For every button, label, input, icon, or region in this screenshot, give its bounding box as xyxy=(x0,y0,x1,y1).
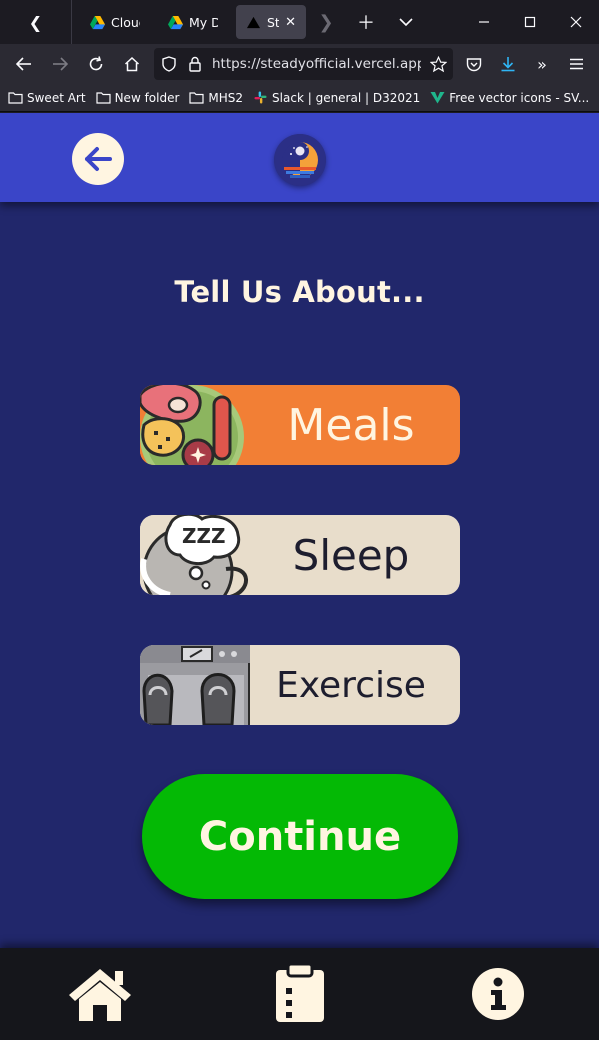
topic-label: Exercise xyxy=(276,664,426,706)
bookmark-sweet-art[interactable]: Sweet Art xyxy=(8,91,86,105)
minimize-icon xyxy=(479,21,489,23)
topic-meals-button[interactable]: Meals xyxy=(140,385,460,465)
tab-steady[interactable]: Ste ✕ xyxy=(236,5,306,39)
sleep-zzz-icon: ZZZ xyxy=(140,515,250,595)
app-header xyxy=(0,113,599,202)
nav-clipboard-button[interactable] xyxy=(267,962,333,1026)
topic-label: Sleep xyxy=(292,530,410,580)
extensions-overflow-button[interactable]: » xyxy=(525,48,559,80)
slack-icon xyxy=(254,91,267,104)
tab-label: Cloud xyxy=(111,14,140,30)
topic-label: Meals xyxy=(287,399,415,451)
arrow-left-icon xyxy=(16,57,31,71)
folder-icon xyxy=(95,92,111,104)
continue-button[interactable]: Continue xyxy=(142,774,458,899)
folder-icon xyxy=(189,92,205,104)
home-icon xyxy=(124,56,140,72)
tab-scroll-left-button[interactable]: ❮ xyxy=(0,0,72,44)
yin-yang-sun-moon-icon xyxy=(274,134,326,186)
chevron-right-icon: ❯ xyxy=(318,11,334,33)
reload-button[interactable] xyxy=(78,48,114,80)
arrow-right-icon xyxy=(53,57,68,71)
bookmark-slack[interactable]: Slack | general | D32021 xyxy=(253,91,420,105)
maximize-button[interactable] xyxy=(507,0,553,44)
lock-icon[interactable] xyxy=(186,55,204,73)
url-text[interactable]: https://steadyofficial.vercel.app/ xyxy=(212,56,421,72)
pocket-icon xyxy=(466,57,482,71)
address-bar[interactable]: https://steadyofficial.vercel.app/ xyxy=(154,48,453,80)
hamburger-menu-icon xyxy=(569,58,583,70)
bookmark-new-folder[interactable]: New folder xyxy=(95,90,180,105)
bookmark-label: Sweet Art xyxy=(27,90,86,105)
app-menu-button[interactable] xyxy=(559,48,593,80)
shield-icon[interactable] xyxy=(160,55,178,73)
bookmarks-toolbar: Sweet Art New folder MHS2 Slack | genera… xyxy=(0,84,599,112)
home-nav-button[interactable] xyxy=(114,48,150,80)
tab-cloud[interactable]: Cloud xyxy=(80,5,150,39)
nav-home-button[interactable] xyxy=(67,962,133,1026)
downloads-button[interactable] xyxy=(491,48,525,80)
topic-exercise-button[interactable]: Exercise xyxy=(140,645,460,725)
back-button[interactable] xyxy=(72,133,124,185)
plus-icon: ＋ xyxy=(357,13,375,34)
home-icon xyxy=(69,969,131,1021)
minimize-button[interactable] xyxy=(461,0,507,44)
svg-text:ZZZ: ZZZ xyxy=(182,524,226,548)
tab-scroll-right-button[interactable]: ❯ xyxy=(306,0,346,44)
chevron-left-icon: ❮ xyxy=(28,12,43,32)
bookmark-free-vector-icons[interactable]: Free vector icons - SV... xyxy=(430,91,589,105)
scale-feet-icon xyxy=(140,645,250,725)
list-all-tabs-button[interactable] xyxy=(386,0,426,44)
app-logo xyxy=(274,134,326,186)
close-icon[interactable]: ✕ xyxy=(285,15,296,30)
forward-nav-button[interactable] xyxy=(42,48,78,80)
topic-sleep-button[interactable]: ZZZ Sleep xyxy=(140,515,460,595)
star-icon[interactable] xyxy=(429,55,447,73)
download-icon xyxy=(501,57,515,72)
close-icon xyxy=(570,16,582,28)
app-page: Tell Us About... Meals ZZZ Sleep Exercis… xyxy=(0,113,599,1040)
reload-icon xyxy=(89,56,103,71)
meal-plate-icon xyxy=(140,385,250,465)
tab-label: My Dr xyxy=(189,14,218,30)
page-title: Tell Us About... xyxy=(174,275,425,309)
bottom-navigation xyxy=(0,948,599,1040)
close-window-button[interactable] xyxy=(553,0,599,44)
tab-label: Ste xyxy=(267,14,280,30)
nav-info-button[interactable] xyxy=(465,962,531,1026)
double-chevron-right-icon: » xyxy=(537,54,547,74)
google-drive-icon xyxy=(168,15,183,29)
new-tab-button[interactable]: ＋ xyxy=(346,0,386,44)
back-nav-button[interactable] xyxy=(6,48,42,80)
info-icon xyxy=(472,968,524,1020)
tab-my-drive[interactable]: My Dr xyxy=(158,5,228,39)
google-drive-icon xyxy=(90,15,105,29)
bookmark-label: MHS2 xyxy=(208,90,244,105)
pocket-button[interactable] xyxy=(457,48,491,80)
maximize-icon xyxy=(524,16,536,28)
bookmark-mhs2[interactable]: MHS2 xyxy=(189,91,243,105)
browser-navigation-bar: https://steadyofficial.vercel.app/ » xyxy=(0,44,599,84)
browser-tab-strip: ❮ Cloud My Dr Ste ✕ ❯ ＋ xyxy=(0,0,599,44)
clipboard-icon xyxy=(276,964,324,1022)
vector-v-icon xyxy=(430,92,445,104)
bookmark-label: Free vector icons - SV... xyxy=(449,90,590,105)
chevron-down-icon xyxy=(399,18,413,27)
bookmark-label: Slack | general | D32021 xyxy=(272,90,421,105)
arrow-left-icon xyxy=(85,147,112,171)
vercel-triangle-icon xyxy=(246,16,261,28)
bookmark-label: New folder xyxy=(114,90,180,105)
folder-icon xyxy=(8,92,23,104)
